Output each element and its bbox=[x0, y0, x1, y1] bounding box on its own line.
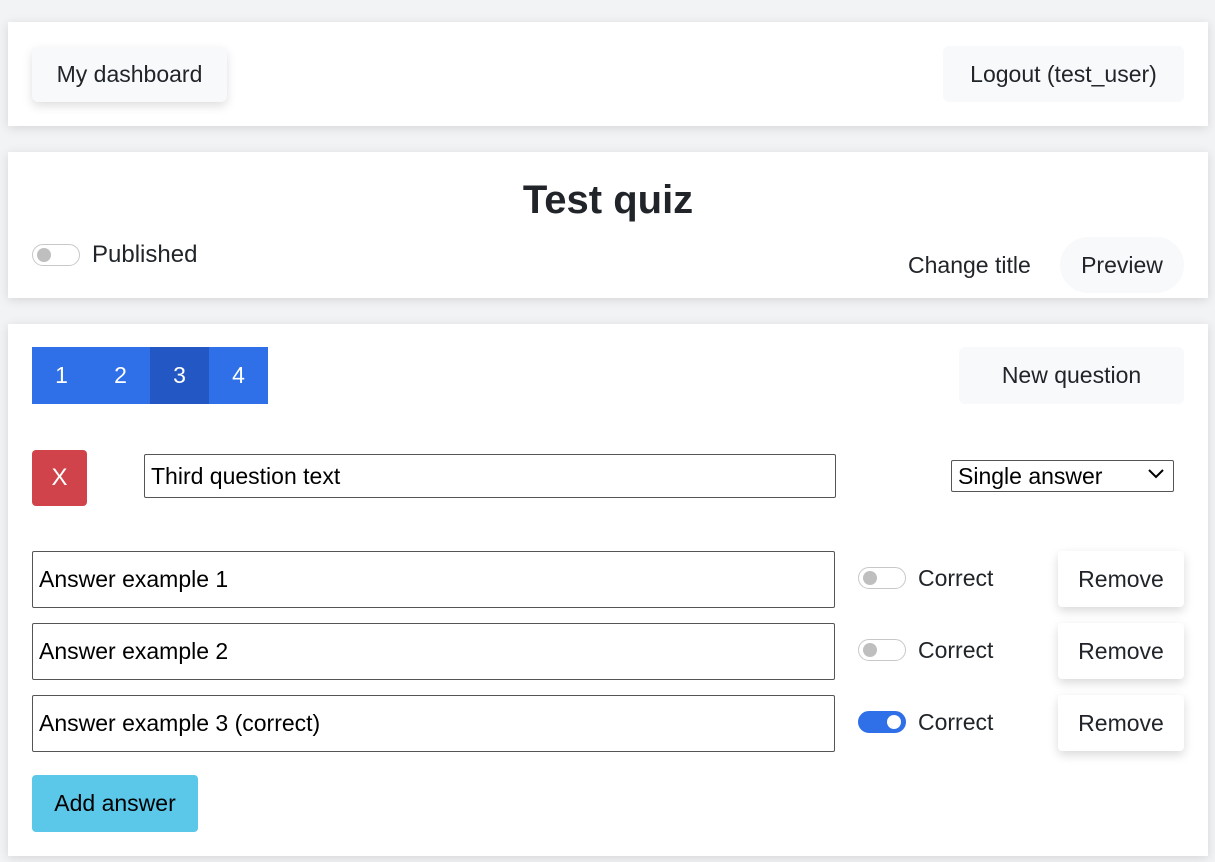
correct-toggle-2[interactable] bbox=[858, 639, 906, 661]
new-question-button[interactable]: New question bbox=[959, 347, 1184, 404]
question-tab-2[interactable]: 2 bbox=[91, 347, 150, 404]
question-text-input[interactable] bbox=[144, 454, 836, 498]
toggle-knob bbox=[887, 715, 901, 729]
correct-toggle-1[interactable] bbox=[858, 567, 906, 589]
correct-label-3: Correct bbox=[918, 709, 994, 735]
question-tab-3[interactable]: 3 bbox=[150, 347, 209, 404]
quiz-header-card: Test quiz Published Change title Preview bbox=[8, 152, 1208, 298]
navbar: My dashboard Logout (test_user) bbox=[8, 22, 1208, 126]
question-tabs: 1 2 3 4 bbox=[32, 347, 268, 404]
correct-label-2: Correct bbox=[918, 637, 994, 663]
change-title-button[interactable]: Change title bbox=[908, 252, 1031, 279]
question-tab-4[interactable]: 4 bbox=[209, 347, 268, 404]
answer-input-1[interactable] bbox=[32, 551, 835, 608]
preview-button[interactable]: Preview bbox=[1060, 237, 1184, 293]
remove-answer-button-2[interactable]: Remove bbox=[1058, 623, 1184, 679]
question-tab-1[interactable]: 1 bbox=[32, 347, 91, 404]
correct-toggle-3[interactable] bbox=[858, 711, 906, 733]
add-answer-button[interactable]: Add answer bbox=[32, 775, 198, 832]
logout-button[interactable]: Logout (test_user) bbox=[943, 46, 1184, 102]
toggle-knob bbox=[863, 571, 877, 585]
remove-answer-button-3[interactable]: Remove bbox=[1058, 695, 1184, 751]
answer-input-3[interactable] bbox=[32, 695, 835, 752]
toggle-knob bbox=[37, 248, 51, 262]
delete-question-button[interactable]: X bbox=[32, 450, 87, 506]
my-dashboard-button[interactable]: My dashboard bbox=[32, 47, 227, 102]
answer-type-value: Single answer bbox=[958, 462, 1103, 489]
chevron-down-icon bbox=[1148, 469, 1164, 479]
published-label: Published bbox=[92, 241, 198, 268]
question-editor-card: 1 2 3 4 New question X Single answer Cor… bbox=[8, 324, 1208, 856]
quiz-title: Test quiz bbox=[522, 178, 694, 222]
answer-type-select[interactable]: Single answer bbox=[951, 460, 1174, 492]
correct-label-1: Correct bbox=[918, 565, 994, 591]
answer-input-2[interactable] bbox=[32, 623, 835, 680]
published-toggle[interactable] bbox=[32, 244, 80, 266]
toggle-knob bbox=[863, 643, 877, 657]
remove-answer-button-1[interactable]: Remove bbox=[1058, 551, 1184, 607]
